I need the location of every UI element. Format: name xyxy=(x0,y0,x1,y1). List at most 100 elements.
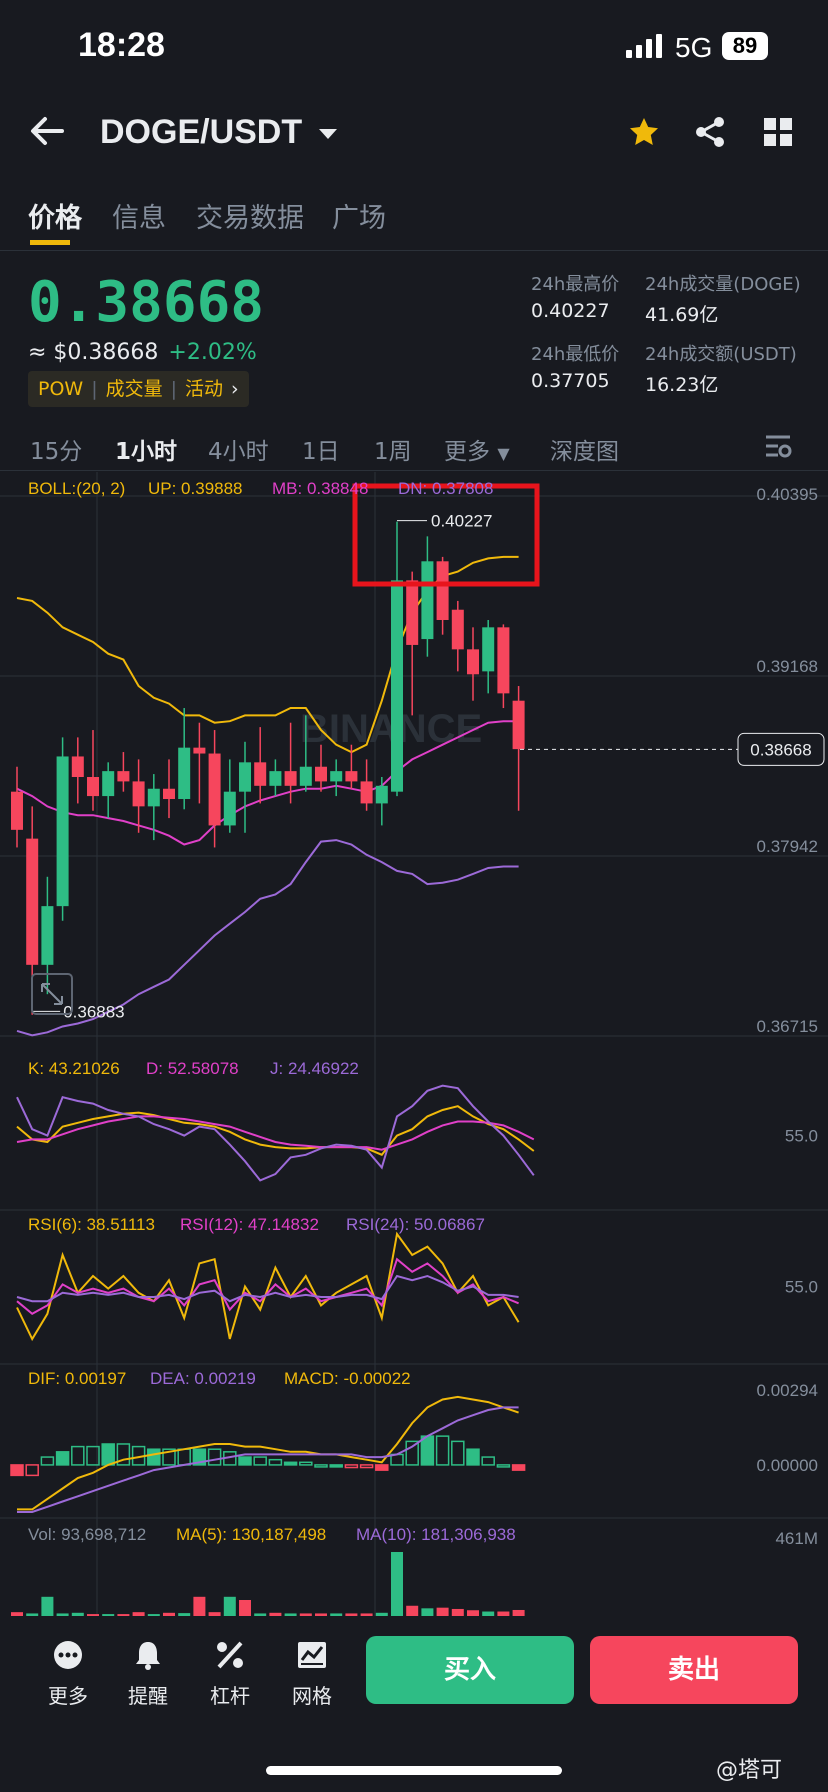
nav-alert[interactable]: 提醒 xyxy=(118,1640,178,1709)
kline-chart[interactable]: 0.403950.391680.379420.36715BINANCE0.386… xyxy=(0,472,828,1616)
candle xyxy=(512,700,525,750)
interval-1d[interactable]: 1日 xyxy=(302,432,340,466)
candle xyxy=(451,609,464,650)
volume-legend: MA(5): 130,187,498 xyxy=(176,1525,326,1544)
tag-pow[interactable]: POW xyxy=(38,378,83,400)
macd-histogram-bar xyxy=(177,1448,191,1466)
caret-down-icon xyxy=(319,129,338,140)
usd-price-row: ≈ $0.38668 +2.02% xyxy=(28,340,257,365)
macd-legend: DIF: 0.00197 xyxy=(28,1369,126,1388)
share-button[interactable] xyxy=(694,116,726,152)
candle xyxy=(391,580,403,792)
interval-1h[interactable]: 1小时 xyxy=(115,432,177,466)
candle xyxy=(41,906,54,965)
nav-alert-label: 提醒 xyxy=(128,1684,168,1708)
macd-histogram-bar xyxy=(101,1443,115,1466)
max-price-label: 0.40227 xyxy=(431,512,492,531)
tag-activity[interactable]: 活动 xyxy=(185,378,223,400)
interval-15m[interactable]: 15分 xyxy=(30,432,82,466)
volume-bar xyxy=(391,1552,403,1616)
vol-base-value: 41.69亿 xyxy=(645,304,719,326)
signal-icon xyxy=(626,34,662,58)
macd-y-tick: 0.00294 xyxy=(757,1381,818,1400)
candle xyxy=(178,747,191,800)
caret-down-icon: ▼ xyxy=(497,444,510,463)
interval-bar: 15分 1小时 4小时 1日 1周 更多 ▼ 深度图 xyxy=(0,424,828,471)
pair-selector[interactable]: DOGE/USDT xyxy=(100,113,340,152)
tag-strip[interactable]: POW | 成交量 | 活动 › xyxy=(28,371,249,407)
interval-4h[interactable]: 4小时 xyxy=(208,432,269,466)
candle xyxy=(26,838,39,965)
candle xyxy=(87,777,99,797)
favorite-button[interactable] xyxy=(628,116,660,152)
macd-histogram-bar xyxy=(344,1464,359,1469)
main-tabs: 价格 信息 交易数据 广场 xyxy=(0,190,828,251)
candle xyxy=(102,771,115,797)
depth-chart-tab[interactable]: 深度图 xyxy=(550,432,619,466)
high-label: 24h最高价 xyxy=(531,274,620,295)
tab-trade-data[interactable]: 交易数据 xyxy=(196,196,304,235)
macd-histogram-bar xyxy=(283,1461,298,1466)
chart-settings-icon[interactable] xyxy=(764,434,792,460)
volume-bar xyxy=(41,1596,54,1616)
interval-1w[interactable]: 1周 xyxy=(374,432,412,466)
indicator-line xyxy=(16,1084,535,1182)
candle xyxy=(330,771,343,782)
tab-price[interactable]: 价格 xyxy=(28,196,82,235)
macd-histogram-bar xyxy=(40,1456,55,1466)
volume-bar xyxy=(239,1600,251,1616)
layout-button[interactable] xyxy=(764,118,792,150)
tab-square[interactable]: 广场 xyxy=(332,196,386,235)
low-label: 24h最低价 xyxy=(531,344,620,365)
interval-more[interactable]: 更多 ▼ xyxy=(444,432,510,466)
volume-bar xyxy=(406,1605,419,1616)
candle xyxy=(254,762,267,786)
indicator-legend: RSI(24): 50.06867 xyxy=(346,1215,485,1234)
pair-name: DOGE/USDT xyxy=(100,113,303,151)
sell-button[interactable]: 卖出 xyxy=(590,1636,798,1704)
macd-histogram-bar xyxy=(299,1461,313,1466)
nav-more[interactable]: 更多 xyxy=(38,1640,98,1709)
arrow-left-icon xyxy=(31,117,64,145)
nav-grid-label: 网格 xyxy=(292,1684,332,1708)
macd-histogram-bar xyxy=(238,1456,252,1466)
tab-underline xyxy=(30,240,70,245)
macd-histogram-bar xyxy=(25,1464,39,1477)
battery-indicator: 89 xyxy=(722,32,768,60)
candle xyxy=(208,753,221,826)
indicator-line xyxy=(16,1115,535,1151)
candle xyxy=(71,756,84,778)
volume-bar xyxy=(223,1596,236,1616)
macd-histogram-bar xyxy=(329,1464,343,1468)
volume-bar xyxy=(451,1608,464,1616)
tab-info[interactable]: 信息 xyxy=(112,196,166,235)
grid-icon xyxy=(764,118,792,146)
vol-quote-label: 24h成交额(USDT) xyxy=(645,344,797,365)
network-type: 5G xyxy=(675,32,713,63)
volume-bar xyxy=(421,1608,434,1616)
nav-more-label: 更多 xyxy=(48,1684,88,1708)
bell-icon xyxy=(136,1642,160,1670)
y-axis-tick: 0.36715 xyxy=(757,1017,818,1036)
macd-histogram-bar xyxy=(451,1440,465,1466)
candle xyxy=(406,580,419,645)
interval-more-label: 更多 xyxy=(444,439,490,465)
macd-histogram-bar xyxy=(10,1464,24,1477)
tag-volume[interactable]: 成交量 xyxy=(106,378,163,400)
home-indicator xyxy=(266,1766,562,1775)
star-icon xyxy=(630,118,658,145)
nav-grid[interactable]: 网格 xyxy=(282,1640,342,1709)
share-icon xyxy=(696,117,724,147)
macd-histogram-bar xyxy=(420,1435,435,1466)
y-axis-tick: 0.39168 xyxy=(757,657,818,676)
watermark: @塔可 xyxy=(716,1758,783,1783)
candle xyxy=(284,771,297,786)
indicator-legend: RSI(12): 47.14832 xyxy=(180,1215,319,1234)
back-button[interactable] xyxy=(30,116,64,150)
buy-button[interactable]: 买入 xyxy=(366,1636,574,1704)
volume-bar xyxy=(193,1596,206,1616)
tag-divider: | xyxy=(170,378,178,400)
candle xyxy=(269,771,282,786)
nav-margin[interactable]: 杠杆 xyxy=(200,1640,260,1709)
macd-histogram-bar xyxy=(359,1464,374,1469)
